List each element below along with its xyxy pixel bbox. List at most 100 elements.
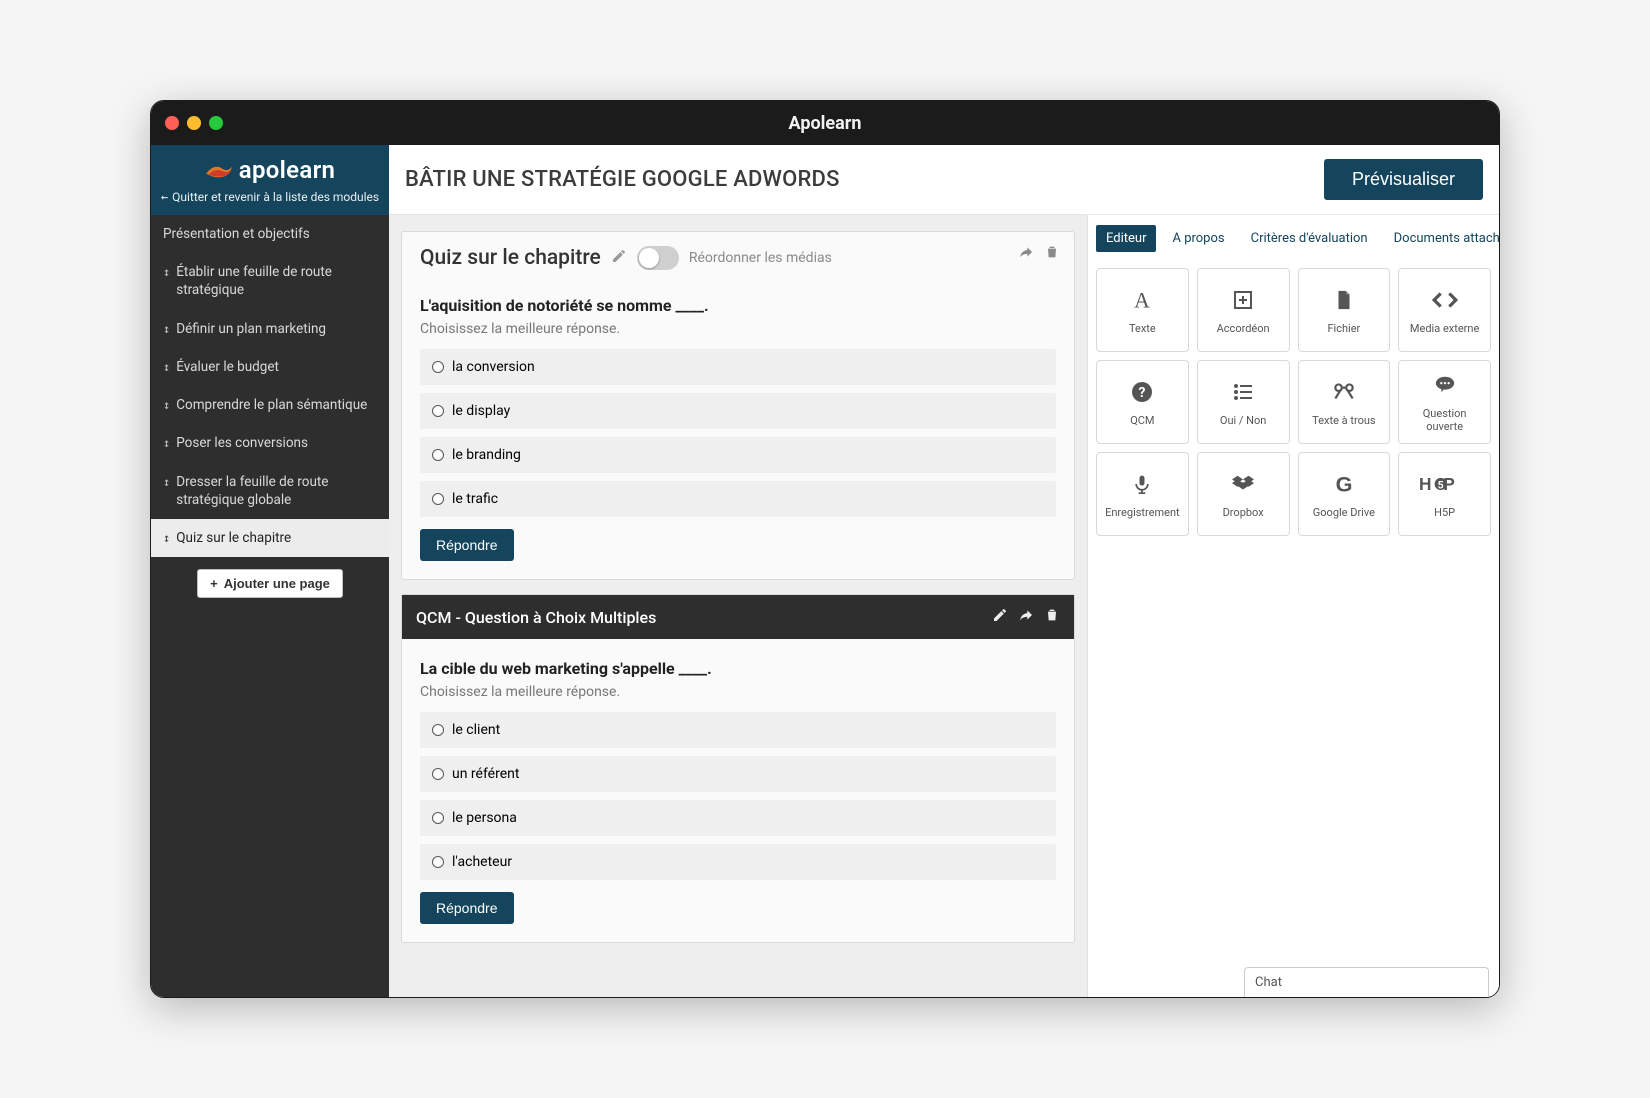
share-icon[interactable]	[1018, 244, 1034, 264]
sidebar-item-label: Dresser la feuille de route stratégique …	[176, 473, 377, 509]
recording-icon	[1132, 470, 1152, 498]
open-question-icon	[1432, 371, 1458, 399]
radio-icon	[432, 405, 444, 417]
radio-icon	[432, 493, 444, 505]
add-page-label: Ajouter une page	[224, 576, 330, 591]
question1-option[interactable]: le display	[420, 393, 1056, 429]
sidebar-item[interactable]: ↕ Quiz sur le chapitre	[151, 519, 389, 557]
drag-handle-icon[interactable]: ↕	[163, 434, 170, 451]
question1-instruction: Choisissez la meilleure réponse.	[420, 321, 1056, 337]
question2-title: La cible du web marketing s'appelle ____…	[420, 659, 1056, 678]
sidebar-item[interactable]: ↕ Poser les conversions	[151, 424, 389, 462]
question2-option[interactable]: le persona	[420, 800, 1056, 836]
panel-tab[interactable]: Editeur	[1096, 225, 1156, 252]
option-label: le trafic	[452, 491, 498, 507]
tool-google-drive[interactable]: GGoogle Drive	[1298, 452, 1391, 536]
qcm-card: QCM - Question à Choix Multiples	[401, 594, 1075, 943]
plus-icon: +	[210, 576, 218, 591]
back-to-modules-link[interactable]: ← Quitter et revenir à la liste des modu…	[161, 190, 379, 204]
option-label: l'acheteur	[452, 854, 512, 870]
option-label: le persona	[452, 810, 517, 826]
file-icon	[1333, 286, 1355, 314]
option-label: la conversion	[452, 359, 535, 375]
sidebar-item[interactable]: ↕Évaluer le budget	[151, 348, 389, 386]
chat-bar[interactable]: Chat	[1244, 967, 1489, 997]
maximize-window-button[interactable]	[209, 116, 223, 130]
h5p-icon: H-P5	[1419, 470, 1471, 498]
sidebar-item-label: Quiz sur le chapitre	[176, 529, 291, 547]
brand-name: apolearn	[239, 156, 335, 184]
close-window-button[interactable]	[165, 116, 179, 130]
tool-yesno[interactable]: Oui / Non	[1197, 360, 1290, 444]
qcm-header-title: QCM - Question à Choix Multiples	[416, 608, 656, 627]
accordion-icon	[1231, 286, 1255, 314]
sidebar: Présentation et objectifs ↕Établir une fe…	[151, 215, 389, 997]
drag-handle-icon[interactable]: ↕	[163, 358, 170, 375]
tool-label: Texte à trous	[1312, 414, 1375, 427]
delete-icon[interactable]	[1044, 244, 1060, 264]
tool-recording[interactable]: Enregistrement	[1096, 452, 1189, 536]
minimize-window-button[interactable]	[187, 116, 201, 130]
question1-option[interactable]: le trafic	[420, 481, 1056, 517]
tool-label: H5P	[1434, 506, 1455, 519]
sidebar-item[interactable]: ↕ Comprendre le plan sémantique	[151, 386, 389, 424]
question2-option[interactable]: le client	[420, 712, 1056, 748]
option-label: le client	[452, 722, 500, 738]
brand-logo: apolearn	[205, 156, 335, 184]
drag-handle-icon[interactable]: ↕	[163, 320, 170, 337]
dropbox-icon	[1230, 470, 1256, 498]
panel-tab[interactable]: Critères d'évaluation	[1241, 225, 1378, 252]
drag-handle-icon[interactable]: ↕	[163, 529, 170, 546]
sidebar-item[interactable]: ↕Établir une feuille de route stratégiqu…	[151, 253, 389, 309]
sidebar-item[interactable]: ↕ Définir un plan marketing	[151, 310, 389, 348]
sidebar-item-label: Comprendre le plan sémantique	[176, 396, 367, 414]
panel-tab[interactable]: Documents attachés	[1384, 225, 1500, 252]
tool-label: Texte	[1129, 322, 1156, 335]
radio-icon	[432, 768, 444, 780]
sidebar-item[interactable]: Présentation et objectifs	[151, 215, 389, 253]
tool-h5p[interactable]: H-P5 H5P	[1398, 452, 1491, 536]
tool-fill-blank[interactable]: Texte à trous	[1298, 360, 1391, 444]
page-title: BÂTIR UNE STRATÉGIE GOOGLE ADWORDS	[405, 167, 840, 192]
question1-option[interactable]: la conversion	[420, 349, 1056, 385]
add-page-button[interactable]: + Ajouter une page	[197, 569, 343, 598]
tool-external-media[interactable]: Media externe	[1398, 268, 1491, 352]
edit-title-icon[interactable]	[611, 248, 627, 268]
tool-label: Google Drive	[1313, 506, 1375, 519]
question2-instruction: Choisissez la meilleure réponse.	[420, 684, 1056, 700]
sidebar-item-label: Définir un plan marketing	[176, 320, 326, 338]
app-window: Apolearn apolearn ← Quitter et revenir à…	[150, 100, 1500, 998]
tool-qcm[interactable]: ?QCM	[1096, 360, 1189, 444]
panel-tab[interactable]: A propos	[1162, 225, 1234, 252]
tool-label: Question ouverte	[1403, 407, 1486, 433]
fill-blank-icon	[1331, 378, 1357, 406]
tool-text[interactable]: ATexte	[1096, 268, 1189, 352]
share-icon[interactable]	[1018, 607, 1034, 627]
drag-handle-icon[interactable]: ↕	[163, 396, 170, 413]
tool-label: Dropbox	[1223, 506, 1264, 519]
tool-accordion[interactable]: Accordéon	[1197, 268, 1290, 352]
tool-file[interactable]: Fichier	[1298, 268, 1391, 352]
delete-icon[interactable]	[1044, 607, 1060, 627]
editor-panel: EditeurA propos Critères d'évaluationDocu…	[1087, 215, 1499, 997]
question1-answer-button[interactable]: Répondre	[420, 529, 514, 561]
drag-handle-icon[interactable]: ↕	[163, 473, 170, 490]
question2-answer-button[interactable]: Répondre	[420, 892, 514, 924]
radio-icon	[432, 856, 444, 868]
window-title: Apolearn	[151, 113, 1499, 134]
sidebar-item[interactable]: ↕ Dresser la feuille de route stratégique…	[151, 463, 389, 519]
tool-dropbox[interactable]: Dropbox	[1197, 452, 1290, 536]
reorder-media-toggle[interactable]	[637, 246, 679, 270]
window-titlebar: Apolearn	[151, 101, 1499, 145]
sidebar-item-label: Présentation et objectifs	[163, 225, 310, 243]
question2-option[interactable]: l'acheteur	[420, 844, 1056, 880]
qcm-card-header: QCM - Question à Choix Multiples	[402, 595, 1074, 639]
sidebar-item-label: Poser les conversions	[176, 434, 308, 452]
drag-handle-icon[interactable]: ↕	[163, 263, 170, 280]
preview-button[interactable]: Prévisualiser	[1324, 159, 1483, 200]
tool-open-question[interactable]: Question ouverte	[1398, 360, 1491, 444]
edit-icon[interactable]	[992, 607, 1008, 627]
question2-option[interactable]: un référent	[420, 756, 1056, 792]
question1-option[interactable]: le branding	[420, 437, 1056, 473]
quiz-title: Quiz sur le chapitre	[420, 246, 601, 270]
